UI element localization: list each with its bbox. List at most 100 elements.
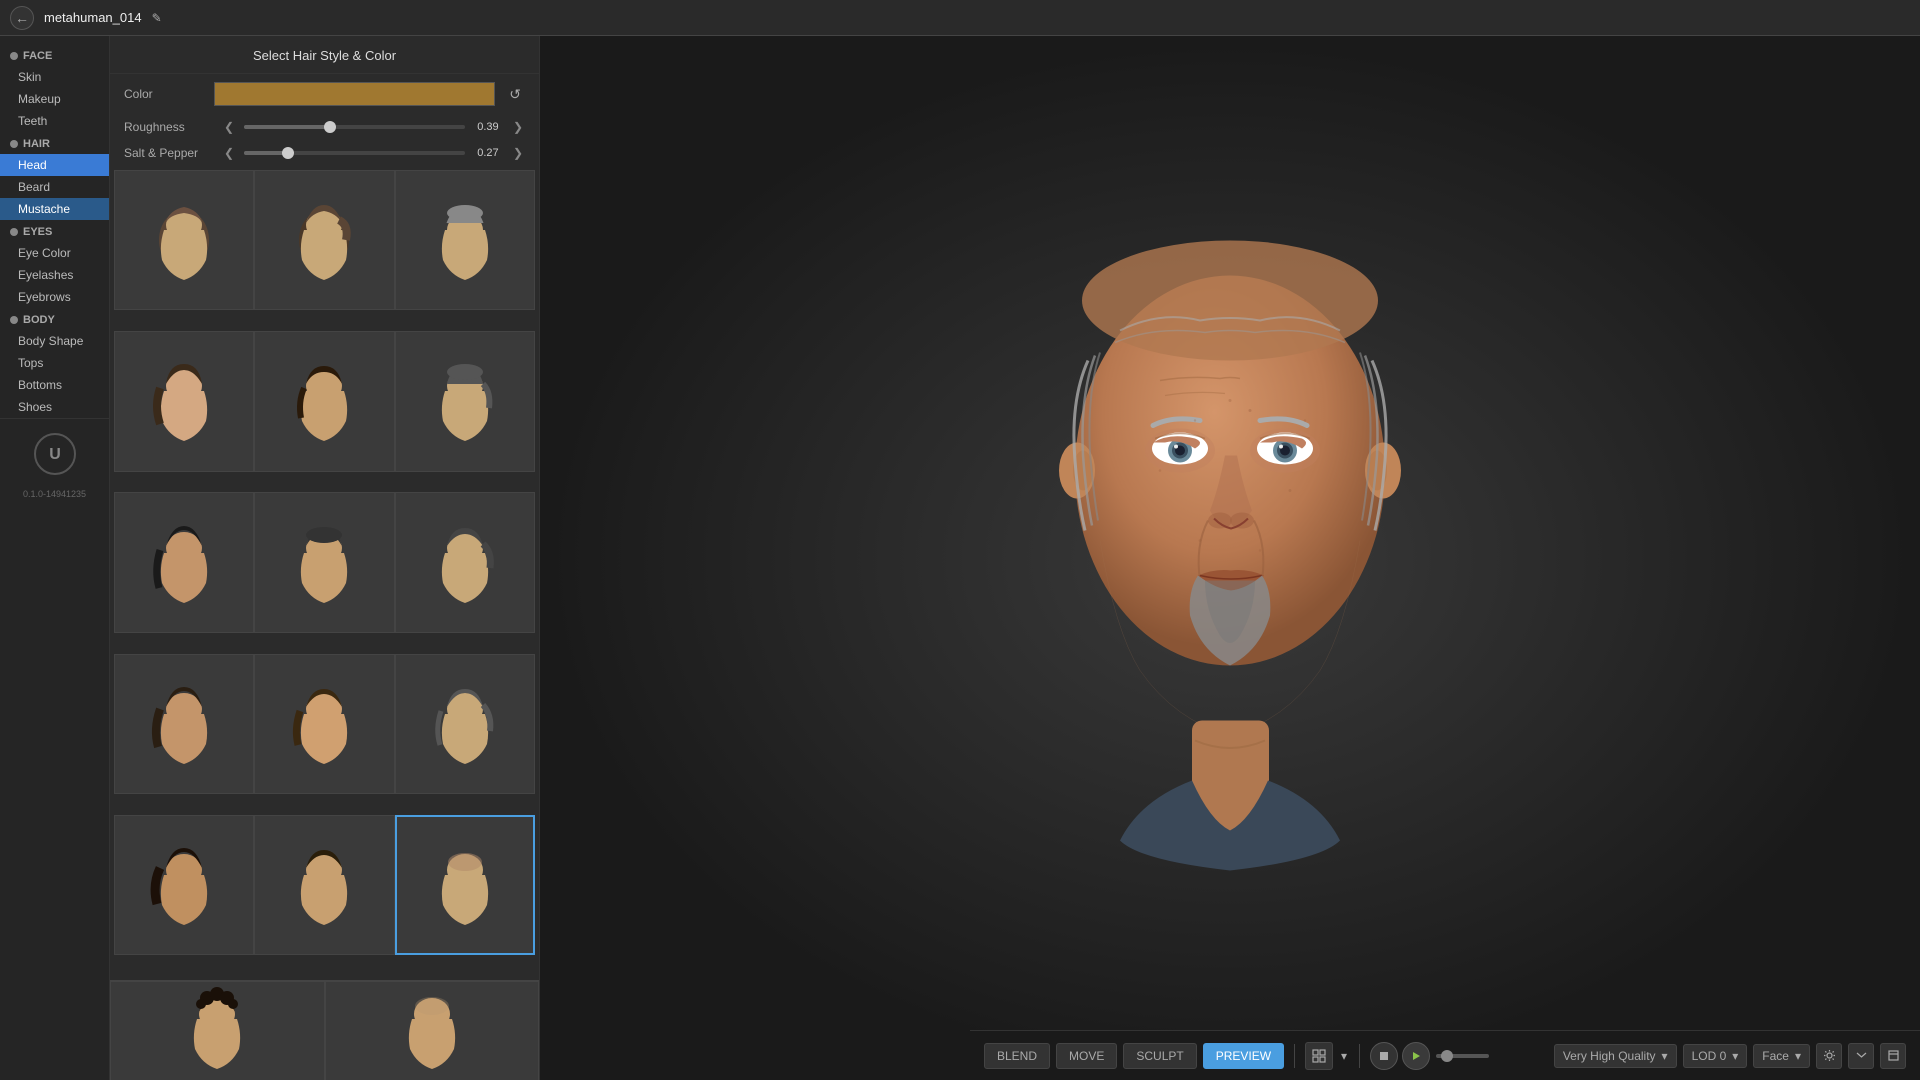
salt-pepper-right-arrow[interactable]: ❯	[511, 146, 525, 160]
top-bar: ← metahuman_014 ✎	[0, 0, 1920, 36]
face-dropdown[interactable]: Face ▾	[1753, 1044, 1810, 1068]
hair-style-11[interactable]	[254, 654, 394, 794]
hair-style-1[interactable]	[114, 170, 254, 310]
left-sidebar: FACE Skin Makeup Teeth HAIR Head Beard M…	[0, 36, 110, 1080]
face-dot	[10, 52, 18, 60]
settings-button[interactable]	[1816, 1043, 1842, 1069]
salt-pepper-left-arrow[interactable]: ❮	[222, 146, 236, 160]
hair-style-3[interactable]	[395, 170, 535, 310]
salt-pepper-row: Salt & Pepper ❮ 0.27 ❯	[110, 140, 539, 166]
hair-style-15[interactable]	[395, 815, 535, 955]
quality-label: Very High Quality	[1563, 1049, 1656, 1063]
playback-controls	[1370, 1042, 1430, 1070]
hair-style-2[interactable]	[254, 170, 394, 310]
face-section-header[interactable]: FACE	[0, 44, 109, 66]
face-label: Face	[1762, 1049, 1789, 1063]
face-section-label: FACE	[23, 50, 52, 62]
panel-title: Select Hair Style & Color	[110, 36, 539, 74]
svg-text:U: U	[49, 446, 61, 463]
eyes-dot	[10, 228, 18, 236]
salt-pepper-value: 0.27	[473, 147, 503, 159]
salt-pepper-label: Salt & Pepper	[124, 146, 214, 160]
color-row: Color ↺	[110, 74, 539, 114]
pinned-hair-1[interactable]	[110, 981, 325, 1080]
sidebar-item-bottoms[interactable]: Bottoms	[0, 374, 109, 396]
play-button[interactable]	[1402, 1042, 1430, 1070]
hair-style-8[interactable]	[254, 492, 394, 632]
more-options-button[interactable]	[1848, 1043, 1874, 1069]
roughness-label: Roughness	[124, 120, 214, 134]
sidebar-item-eye-color[interactable]: Eye Color	[0, 242, 109, 264]
salt-pepper-track[interactable]	[244, 151, 465, 155]
sidebar-item-eyebrows[interactable]: Eyebrows	[0, 286, 109, 308]
preview-button[interactable]: PREVIEW	[1203, 1043, 1284, 1069]
sculpt-button[interactable]: SCULPT	[1123, 1043, 1196, 1069]
sidebar-item-head[interactable]: Head	[0, 154, 109, 176]
sidebar-item-mustache[interactable]: Mustache	[0, 198, 109, 220]
sidebar-item-shoes[interactable]: Shoes	[0, 396, 109, 418]
hair-style-5[interactable]	[254, 331, 394, 471]
eyes-section-header[interactable]: EYES	[0, 220, 109, 242]
lod-chevron: ▾	[1732, 1049, 1738, 1063]
toolbar-divider-2	[1359, 1044, 1360, 1068]
lod-label: LOD 0	[1692, 1049, 1727, 1063]
viewport[interactable]: BLEND MOVE SCULPT PREVIEW ▾	[540, 36, 1920, 1080]
hair-style-6[interactable]	[395, 331, 535, 471]
project-title: metahuman_014	[44, 10, 142, 25]
hair-style-13[interactable]	[114, 815, 254, 955]
maximize-button[interactable]	[1880, 1043, 1906, 1069]
color-label: Color	[124, 87, 204, 101]
hair-panel: Select Hair Style & Color Color ↺ Roughn…	[110, 36, 540, 1080]
quality-chevron: ▾	[1662, 1049, 1668, 1063]
roughness-left-arrow[interactable]: ❮	[222, 120, 236, 134]
grid-dropdown-arrow[interactable]: ▾	[1339, 1049, 1349, 1063]
pinned-hair-2[interactable]	[325, 981, 540, 1080]
body-section-header[interactable]: BODY	[0, 308, 109, 330]
sidebar-item-tops[interactable]: Tops	[0, 352, 109, 374]
hair-dot	[10, 140, 18, 148]
body-dot	[10, 316, 18, 324]
grid-view-button[interactable]	[1305, 1042, 1333, 1070]
hair-style-14[interactable]	[254, 815, 394, 955]
sidebar-item-teeth[interactable]: Teeth	[0, 110, 109, 132]
blend-button[interactable]: BLEND	[984, 1043, 1050, 1069]
hair-style-12[interactable]	[395, 654, 535, 794]
sidebar-item-beard[interactable]: Beard	[0, 176, 109, 198]
main-layout: FACE Skin Makeup Teeth HAIR Head Beard M…	[0, 36, 1920, 1080]
timeline-bar[interactable]	[1436, 1054, 1489, 1058]
roughness-row: Roughness ❮ 0.39 ❯	[110, 114, 539, 140]
hair-style-4[interactable]	[114, 331, 254, 471]
pinned-hair-row	[110, 980, 539, 1080]
sidebar-item-makeup[interactable]: Makeup	[0, 88, 109, 110]
hair-style-9[interactable]	[395, 492, 535, 632]
sidebar-item-skin[interactable]: Skin	[0, 66, 109, 88]
viewport-toolbar: BLEND MOVE SCULPT PREVIEW ▾	[970, 1030, 1920, 1080]
hair-section-label: HAIR	[23, 138, 50, 150]
hair-section-header[interactable]: HAIR	[0, 132, 109, 154]
version-text: 0.1.0-14941235	[0, 489, 109, 503]
roughness-thumb[interactable]	[324, 121, 336, 133]
eyes-section-label: EYES	[23, 226, 52, 238]
color-swatch[interactable]	[214, 82, 495, 106]
lod-dropdown[interactable]: LOD 0 ▾	[1683, 1044, 1748, 1068]
toolbar-divider-1	[1294, 1044, 1295, 1068]
hair-style-10[interactable]	[114, 654, 254, 794]
sidebar-bottom: U 0.1.0-14941235	[0, 418, 109, 503]
roughness-right-arrow[interactable]: ❯	[511, 120, 525, 134]
roughness-track[interactable]	[244, 125, 465, 129]
unreal-logo: U	[30, 429, 80, 479]
sidebar-item-eyelashes[interactable]: Eyelashes	[0, 264, 109, 286]
quality-dropdown[interactable]: Very High Quality ▾	[1554, 1044, 1677, 1068]
hair-style-grid	[110, 166, 539, 980]
reset-color-button[interactable]: ↺	[505, 84, 525, 105]
move-button[interactable]: MOVE	[1056, 1043, 1117, 1069]
face-render	[940, 161, 1520, 911]
roughness-value: 0.39	[473, 121, 503, 133]
hair-style-7[interactable]	[114, 492, 254, 632]
timeline-position[interactable]	[1441, 1050, 1453, 1062]
salt-pepper-thumb[interactable]	[282, 147, 294, 159]
edit-icon[interactable]: ✎	[152, 11, 162, 25]
sidebar-item-body-shape[interactable]: Body Shape	[0, 330, 109, 352]
back-button[interactable]: ←	[10, 6, 34, 30]
stop-button[interactable]	[1370, 1042, 1398, 1070]
